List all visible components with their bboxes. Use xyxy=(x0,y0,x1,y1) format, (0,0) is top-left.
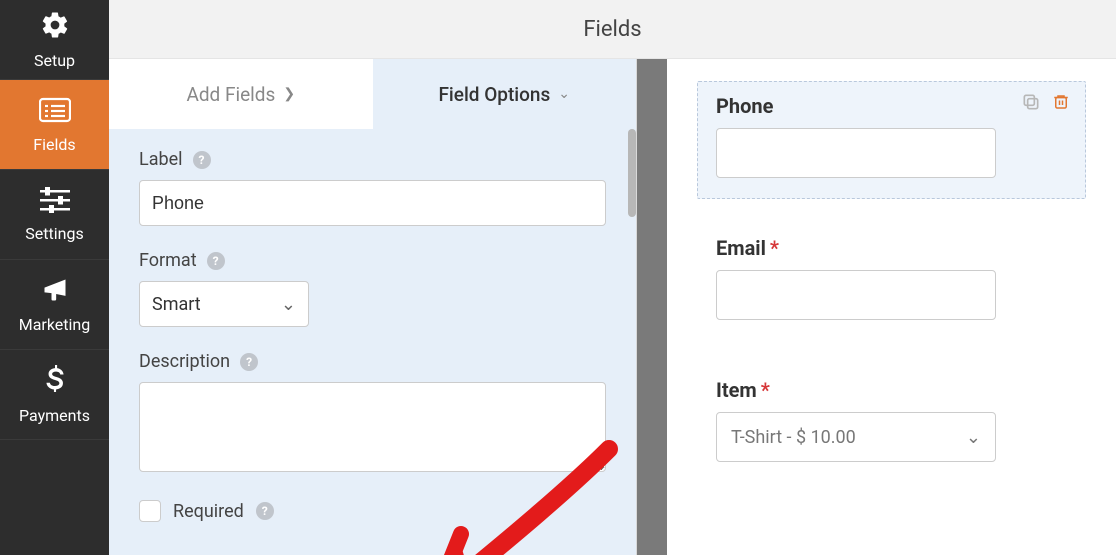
preview-phone-label: Phone xyxy=(716,94,773,118)
preview-item-select[interactable]: T-Shirt - $ 10.00 ⌄ xyxy=(716,412,996,462)
preview-field-phone[interactable]: Phone xyxy=(697,81,1086,199)
format-select[interactable]: Smart ⌄ xyxy=(139,281,309,327)
label-label: Label xyxy=(139,149,183,170)
list-icon xyxy=(39,96,71,129)
sidebar-item-marketing[interactable]: Marketing xyxy=(0,260,109,350)
sidebar-item-settings[interactable]: Settings xyxy=(0,170,109,260)
sidebar-item-label: Marketing xyxy=(19,315,90,334)
label-input[interactable] xyxy=(139,180,606,226)
panel-tabs: Add Fields ❯ Field Options ⌄ xyxy=(109,59,636,129)
preview-email-input[interactable] xyxy=(716,270,996,320)
description-textarea[interactable] xyxy=(139,382,606,472)
preview-field-email[interactable]: Email* xyxy=(697,223,1086,341)
description-label: Description xyxy=(139,351,230,372)
chevron-down-icon: ⌄ xyxy=(966,427,981,448)
help-icon[interactable]: ? xyxy=(256,502,274,520)
trash-icon[interactable] xyxy=(1051,92,1071,112)
sliders-icon xyxy=(40,187,70,218)
preview-item-label: Item xyxy=(716,378,757,402)
sidebar-item-fields[interactable]: Fields xyxy=(0,80,109,170)
preview-phone-input[interactable] xyxy=(716,128,996,178)
preview-email-label: Email xyxy=(716,236,766,260)
page-title: Fields xyxy=(583,17,641,42)
tab-label: Field Options xyxy=(438,83,550,106)
field-options-panel: Add Fields ❯ Field Options ⌄ Label ? xyxy=(109,59,637,555)
required-checkbox[interactable] xyxy=(139,500,161,522)
tab-label: Add Fields xyxy=(186,83,275,106)
form-preview: Phone Email* Item* T-Shirt - $ 10.00 xyxy=(667,59,1116,555)
chevron-down-icon: ⌄ xyxy=(558,86,570,102)
sidebar-item-label: Settings xyxy=(25,224,83,243)
page-title-bar: Fields xyxy=(109,0,1116,59)
sidebar-item-label: Fields xyxy=(33,135,75,154)
format-label: Format xyxy=(139,250,197,271)
required-label: Required xyxy=(173,501,244,522)
megaphone-icon xyxy=(40,276,70,309)
required-star-icon: * xyxy=(770,236,779,260)
dollar-icon xyxy=(45,365,65,400)
duplicate-icon[interactable] xyxy=(1021,92,1041,112)
app-sidebar: Setup Fields Settings Marketing Payments xyxy=(0,0,109,555)
sidebar-item-label: Setup xyxy=(34,51,75,70)
format-value: Smart xyxy=(152,294,201,315)
tab-field-options[interactable]: Field Options ⌄ xyxy=(373,59,637,129)
scrollbar-thumb[interactable] xyxy=(628,129,636,217)
sidebar-item-setup[interactable]: Setup xyxy=(0,0,109,80)
chevron-right-icon: ❯ xyxy=(283,86,295,102)
panel-divider xyxy=(637,59,667,555)
help-icon[interactable]: ? xyxy=(240,353,258,371)
gear-icon xyxy=(40,10,70,45)
preview-item-value: T-Shirt - $ 10.00 xyxy=(731,427,856,448)
required-star-icon: * xyxy=(761,378,770,402)
sidebar-item-label: Payments xyxy=(19,406,90,425)
help-icon[interactable]: ? xyxy=(207,252,225,270)
preview-field-item[interactable]: Item* T-Shirt - $ 10.00 ⌄ xyxy=(697,365,1086,483)
help-icon[interactable]: ? xyxy=(193,151,211,169)
chevron-down-icon: ⌄ xyxy=(281,294,296,315)
tab-add-fields[interactable]: Add Fields ❯ xyxy=(109,59,373,129)
sidebar-item-payments[interactable]: Payments xyxy=(0,350,109,440)
